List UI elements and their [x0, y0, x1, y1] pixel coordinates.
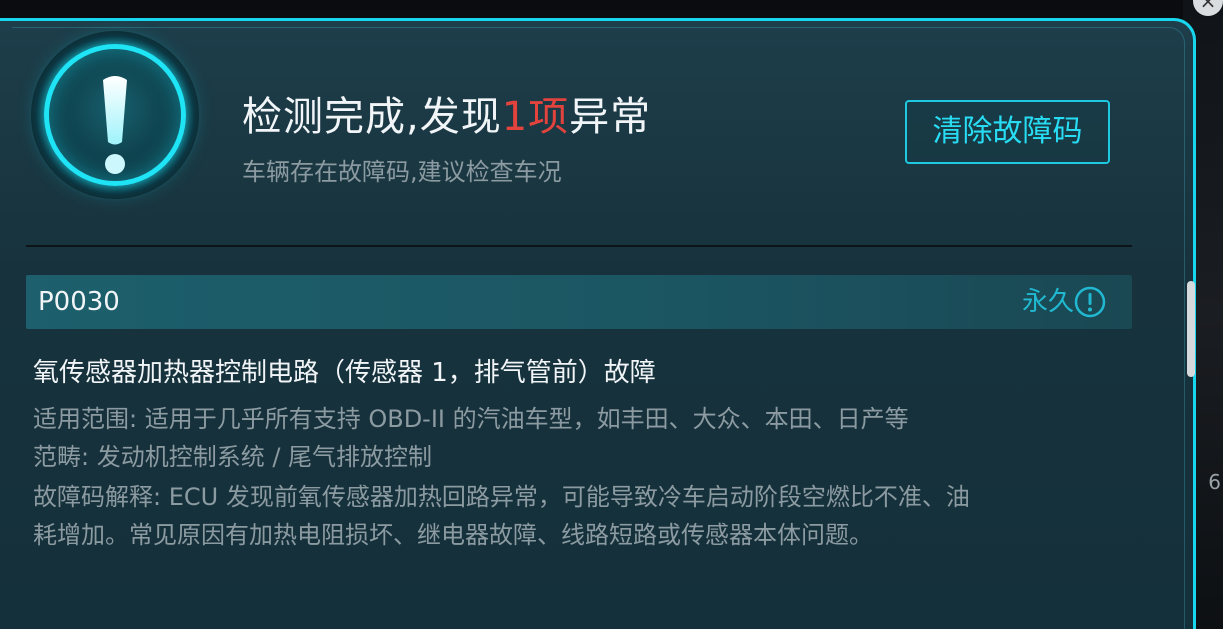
fault-category: 范畴: 发动机控制系统 / 尾气排放控制 [33, 443, 433, 471]
fault-title: 氧传感器加热器控制电路（传感器 1，排气管前）故障 [33, 358, 656, 388]
background-digit: 6 [1208, 470, 1221, 494]
exclamation-icon [103, 76, 127, 174]
page-subtitle: 车辆存在故障码,建议检查车况 [242, 158, 562, 186]
fault-explanation-line-2: 耗增加。常见原因有加热电阻损坏、继电器故障、线路短路或传感器本体问题。 [33, 521, 873, 549]
clear-fault-codes-button[interactable]: 清除故障码 [905, 100, 1110, 164]
screen: 6 × 检测完成,发现1项异常 车辆存在故障码,建议检查车况 清除故障码 P00… [0, 0, 1223, 629]
fault-code-row[interactable]: P0030 永久 [26, 275, 1132, 329]
fault-status: 永久 [1021, 287, 1074, 317]
fault-count: 1项 [501, 94, 570, 140]
warning-icon [34, 34, 196, 196]
divider [26, 245, 1132, 247]
fault-code: P0030 [38, 287, 120, 317]
scrollbar[interactable] [1187, 281, 1195, 377]
title-prefix: 检测完成,发现 [242, 94, 502, 140]
page-title: 检测完成,发现1项异常 [242, 84, 651, 142]
applicable-scope: 适用范围: 适用于几乎所有支持 OBD-II 的汽油车型，如丰田、大众、本田、日… [33, 405, 909, 433]
info-icon[interactable] [1074, 286, 1106, 318]
fault-explanation-line-1: 故障码解释: ECU 发现前氧传感器加热回路异常，可能导致冷车启动阶段空燃比不准… [33, 483, 970, 511]
title-suffix: 异常 [569, 94, 652, 140]
